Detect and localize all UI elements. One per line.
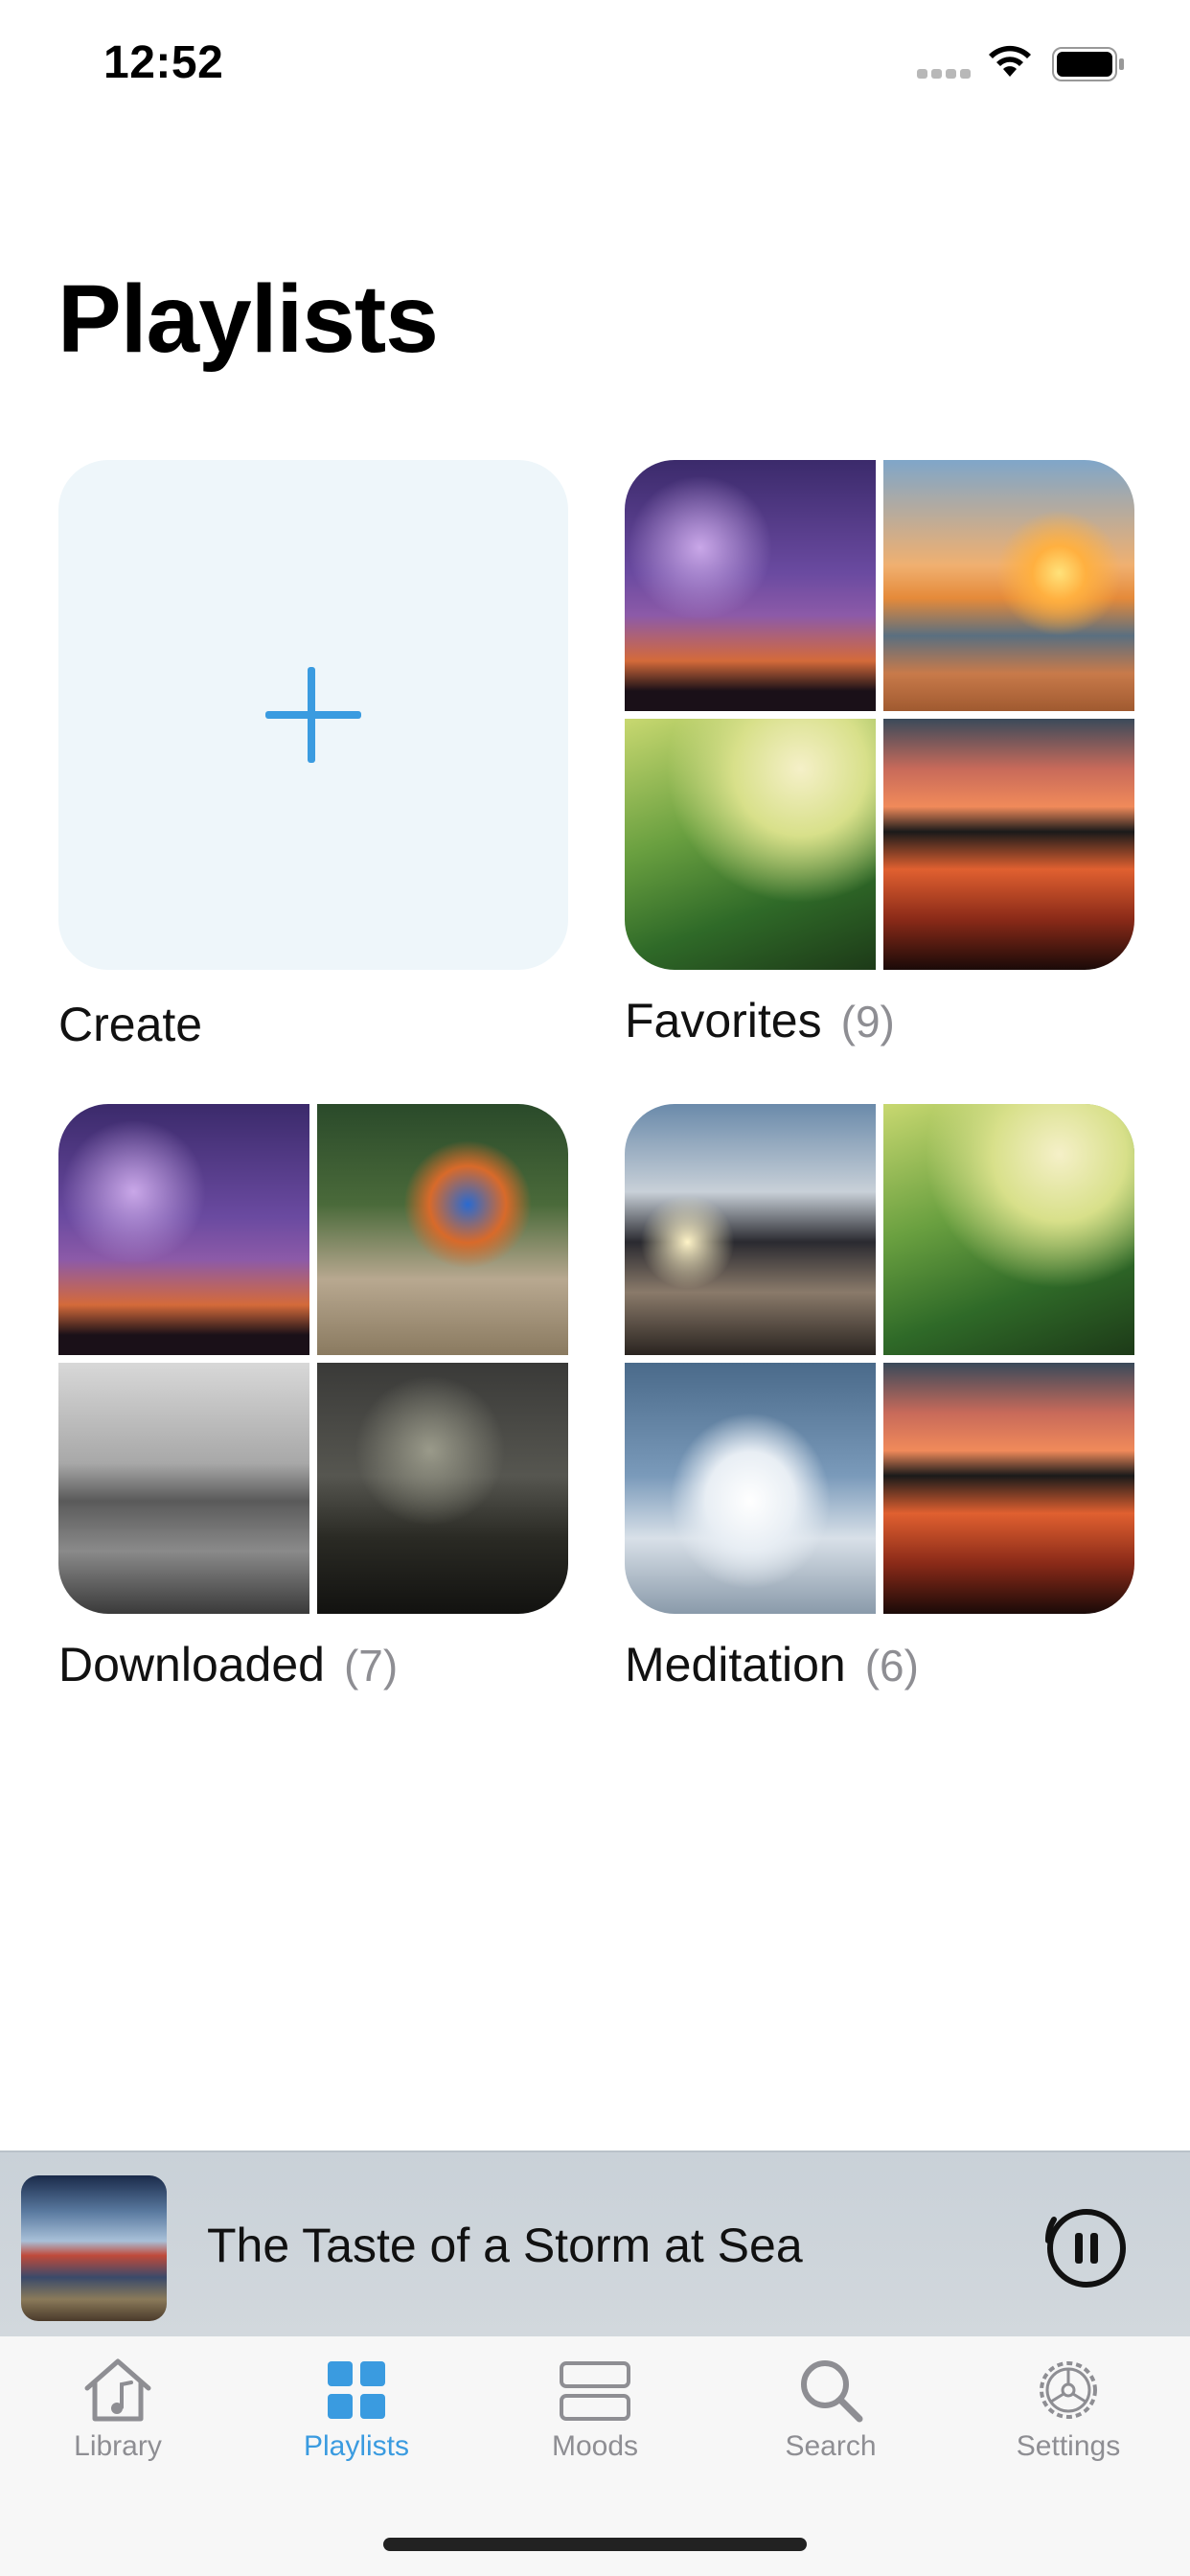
tab-search-label: Search [785, 2430, 877, 2462]
favorites-label: Favorites (9) [625, 993, 1134, 1048]
create-playlist-card[interactable]: Create [58, 460, 568, 1052]
storm-thumbnail [58, 1104, 309, 1355]
plus-icon [265, 667, 361, 763]
tab-settings-label: Settings [1016, 2430, 1121, 2462]
wifi-icon [989, 45, 1031, 77]
fern-thumbnail [883, 1104, 1134, 1355]
glacier-thumbnail [625, 1363, 876, 1614]
home-indicator [383, 2538, 807, 2551]
misty-lake-thumbnail [58, 1363, 309, 1614]
status-bar: 12:52 [0, 0, 1190, 134]
favorites-count: (9) [840, 997, 895, 1046]
playlist-card-favorites[interactable]: Favorites (9) [625, 460, 1134, 1048]
favorites-artwork [625, 460, 1134, 970]
playlist-card-downloaded[interactable]: Downloaded (7) [58, 1104, 568, 1692]
tab-library[interactable]: Library [12, 2356, 223, 2463]
pause-button[interactable] [1041, 2202, 1133, 2294]
night-sky-thumbnail [317, 1363, 568, 1614]
cellular-signal-icon [917, 69, 971, 79]
now-playing-bar[interactable]: The Taste of a Storm at Sea [0, 2150, 1190, 2336]
downloaded-artwork [58, 1104, 568, 1614]
status-time: 12:52 [103, 37, 224, 88]
tab-moods[interactable]: Moods [490, 2356, 700, 2463]
moods-icon [560, 2361, 630, 2421]
grid-icon [328, 2361, 385, 2419]
house-music-icon [84, 2358, 151, 2422]
page-title: Playlists [57, 265, 439, 373]
create-playlist-button[interactable] [58, 460, 568, 970]
battery-icon [1052, 47, 1124, 81]
favorites-title: Favorites [625, 994, 822, 1047]
storm-thumbnail [625, 460, 876, 711]
downloaded-count: (7) [343, 1641, 399, 1690]
meditation-artwork [625, 1104, 1134, 1614]
tab-playlists[interactable]: Playlists [251, 2356, 462, 2463]
downloaded-label: Downloaded (7) [58, 1637, 568, 1692]
create-label: Create [58, 998, 203, 1051]
meditation-title: Meditation [625, 1638, 846, 1691]
lake-sunset-thumbnail [883, 719, 1134, 970]
tab-library-label: Library [74, 2430, 162, 2462]
downloaded-title: Downloaded [58, 1638, 325, 1691]
now-playing-artwork [21, 2175, 167, 2321]
tab-moods-label: Moods [551, 2430, 639, 2462]
tab-playlists-label: Playlists [303, 2430, 410, 2462]
meditation-label: Meditation (6) [625, 1637, 1134, 1692]
playlist-card-meditation[interactable]: Meditation (6) [625, 1104, 1134, 1692]
now-playing-title: The Taste of a Storm at Sea [207, 2219, 803, 2272]
tab-settings[interactable]: Settings [963, 2356, 1174, 2463]
beach-sunset-thumbnail [883, 460, 1134, 711]
search-icon [801, 2360, 863, 2423]
meditation-count: (6) [864, 1641, 919, 1690]
kingfisher-thumbnail [317, 1104, 568, 1355]
lake-sunset-thumbnail [883, 1363, 1134, 1614]
tab-search[interactable]: Search [725, 2356, 936, 2463]
mountain-clouds-thumbnail [625, 1104, 876, 1355]
fern-thumbnail [625, 719, 876, 970]
gear-icon [1040, 2361, 1097, 2419]
